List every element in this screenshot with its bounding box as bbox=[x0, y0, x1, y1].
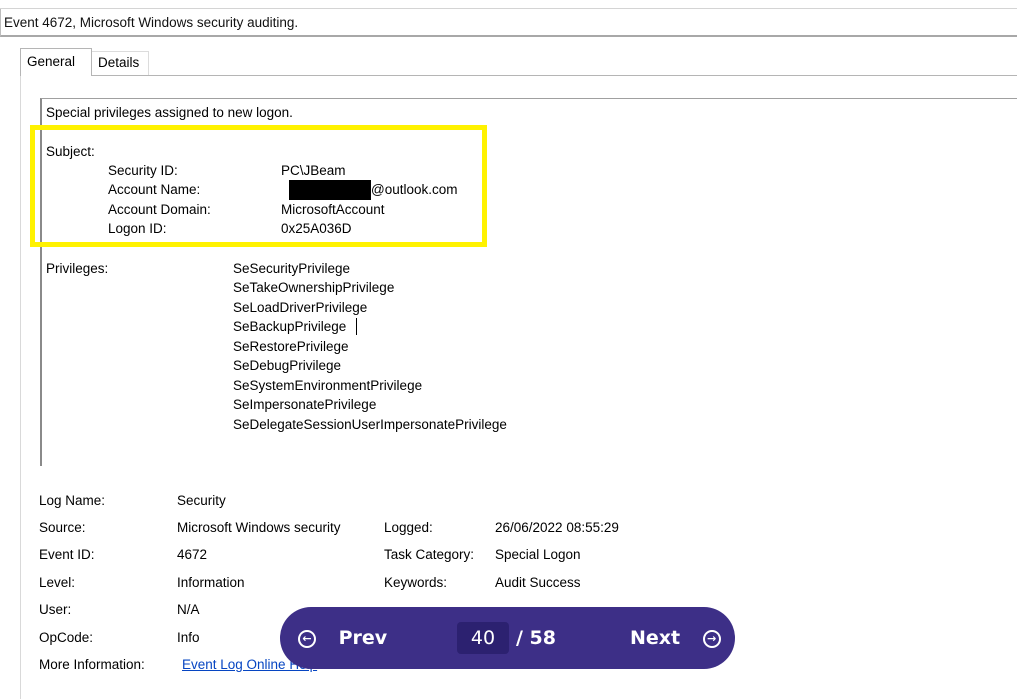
prev-label: Prev bbox=[338, 627, 388, 649]
privilege-item: SeBackupPrivilege bbox=[233, 319, 347, 334]
privilege-item: SeImpersonatePrivilege bbox=[233, 397, 377, 412]
logged-label: Logged: bbox=[384, 520, 433, 535]
opcode-label: OpCode: bbox=[39, 630, 94, 645]
tab-strip-line bbox=[92, 75, 1017, 76]
page-number-input[interactable]: 40 bbox=[457, 622, 509, 654]
privilege-item: SeLoadDriverPrivilege bbox=[233, 300, 368, 315]
slide-pager: ← Prev 40 / 58 Next → bbox=[280, 607, 735, 669]
event-id-value: 4672 bbox=[177, 547, 208, 562]
user-value: N/A bbox=[177, 602, 200, 617]
privilege-item: SeSecurityPrivilege bbox=[233, 261, 351, 276]
keywords-label: Keywords: bbox=[384, 575, 448, 590]
event-title-bar: Event 4672, Microsoft Windows security a… bbox=[0, 9, 1017, 37]
privilege-item: SeSystemEnvironmentPrivilege bbox=[233, 378, 423, 393]
source-label: Source: bbox=[39, 520, 86, 535]
level-value: Information bbox=[177, 575, 245, 590]
privilege-item: SeDebugPrivilege bbox=[233, 358, 342, 373]
task-category-label: Task Category: bbox=[384, 547, 475, 562]
more-info-label: More Information: bbox=[39, 657, 145, 672]
log-name-label: Log Name: bbox=[39, 493, 106, 508]
level-label: Level: bbox=[39, 575, 76, 590]
source-value: Microsoft Windows security bbox=[177, 520, 341, 535]
task-category-value: Special Logon bbox=[495, 547, 581, 562]
arrow-left-icon: ← bbox=[298, 629, 316, 648]
event-summary: Special privileges assigned to new logon… bbox=[46, 105, 293, 120]
logged-value: 26/06/2022 08:55:29 bbox=[495, 520, 619, 535]
prev-button[interactable]: ← Prev bbox=[298, 607, 387, 669]
arrow-right-icon: → bbox=[702, 629, 721, 648]
text-cursor bbox=[356, 318, 357, 335]
tab-details[interactable]: Details bbox=[92, 51, 149, 75]
privileges-heading: Privileges: bbox=[46, 261, 109, 276]
keywords-value: Audit Success bbox=[495, 575, 581, 590]
next-label: Next bbox=[630, 627, 681, 649]
privilege-item: SeDelegateSessionUserImpersonatePrivileg… bbox=[233, 417, 507, 432]
privilege-item: SeTakeOwnershipPrivilege bbox=[233, 280, 395, 295]
user-label: User: bbox=[39, 602, 72, 617]
tab-panel-border bbox=[20, 75, 21, 699]
tab-general[interactable]: General bbox=[20, 48, 92, 76]
next-button[interactable]: Next → bbox=[630, 607, 721, 669]
page-total: / 58 bbox=[516, 627, 556, 649]
privilege-item: SeRestorePrivilege bbox=[233, 339, 349, 354]
opcode-value: Info bbox=[177, 630, 200, 645]
subject-highlight-box bbox=[30, 125, 487, 247]
event-id-label: Event ID: bbox=[39, 547, 95, 562]
log-name-value: Security bbox=[177, 493, 226, 508]
